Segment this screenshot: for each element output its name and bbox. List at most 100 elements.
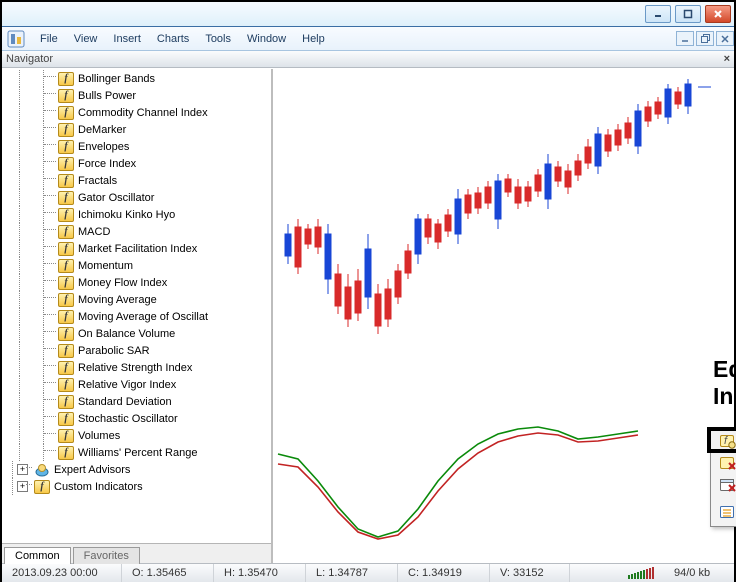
tree-item-label: Expert Advisors: [54, 464, 130, 476]
connection-bars-icon: [624, 567, 658, 579]
tree-item-label: Fractals: [78, 175, 117, 187]
tree-item-label: Custom Indicators: [54, 481, 143, 493]
indicator-icon: f: [58, 174, 74, 188]
indicator-icon: f: [58, 293, 74, 307]
menu-tools[interactable]: Tools: [197, 30, 239, 48]
indicator-icon: f: [58, 429, 74, 443]
mdi-minimize-button[interactable]: [676, 31, 694, 46]
navigator-tree[interactable]: fBollinger BandsfBulls PowerfCommodity C…: [2, 69, 271, 543]
menu-view[interactable]: View: [66, 30, 106, 48]
tree-item-label: On Balance Volume: [78, 328, 175, 340]
tree-item-label: Envelopes: [78, 141, 129, 153]
minimize-button[interactable]: [645, 5, 671, 23]
tree-item-label: Bulls Power: [78, 90, 136, 102]
indicator-icon: f: [58, 106, 74, 120]
status-close: C: 1.34919: [398, 564, 490, 582]
navigator-title: Navigator: [6, 53, 53, 65]
tree-item[interactable]: fParabolic SAR: [4, 342, 271, 359]
tree-group-expert-advisors[interactable]: +Expert Advisors: [4, 461, 271, 478]
tree-item[interactable]: fStochastic Oscillator: [4, 410, 271, 427]
tree-item[interactable]: f DeMarker: [4, 121, 271, 138]
tree-group-custom-indicators[interactable]: +fCustom Indicators: [4, 478, 271, 495]
indicator-icon: f: [58, 242, 74, 256]
tree-item-label: Moving Average: [78, 294, 157, 306]
tab-common[interactable]: Common: [4, 547, 71, 564]
navigator-tabs: Common Favorites: [2, 543, 271, 563]
menu-window[interactable]: Window: [239, 30, 294, 48]
tree-item[interactable]: fBollinger Bands: [4, 70, 271, 87]
tree-item-label: Gator Oscillator: [78, 192, 154, 204]
indicator-icon: f: [58, 259, 74, 273]
navigator-close-icon[interactable]: ×: [724, 53, 730, 65]
menu-bar: File View Insert Charts Tools Window Hel…: [2, 27, 734, 51]
annotation-label: Edit Indicator: [713, 356, 736, 410]
tree-item[interactable]: fBulls Power: [4, 87, 271, 104]
delete-window-icon: [717, 478, 736, 494]
tree-item-label: Williams' Percent Range: [78, 447, 197, 459]
tree-item[interactable]: f Gator Oscillator: [4, 189, 271, 206]
chart-area[interactable]: Edit Indicator f RVI(10) properties... D…: [273, 69, 734, 563]
tree-item[interactable]: f Momentum: [4, 257, 271, 274]
app-icon: [6, 29, 26, 49]
mdi-restore-button[interactable]: [696, 31, 714, 46]
tree-item-label: Volumes: [78, 430, 120, 442]
tree-item-label: DeMarker: [78, 124, 126, 136]
tree-item[interactable]: fIchimoku Kinko Hyo: [4, 206, 271, 223]
tree-item[interactable]: fWilliams' Percent Range: [4, 444, 271, 461]
status-high: H: 1.35470: [214, 564, 306, 582]
indicator-icon: f: [58, 140, 74, 154]
indicator-icon: f: [58, 157, 74, 171]
tree-item[interactable]: f Envelopes: [4, 138, 271, 155]
close-button[interactable]: [705, 5, 731, 23]
tree-item[interactable]: fMarket Facilitation Index: [4, 240, 271, 257]
ctx-delete-indicator[interactable]: Delete Indicator: [713, 453, 736, 475]
tree-item[interactable]: f Moving Average: [4, 291, 271, 308]
menu-file[interactable]: File: [32, 30, 66, 48]
status-open: O: 1.35465: [122, 564, 214, 582]
status-low: L: 1.34787: [306, 564, 398, 582]
delete-indicator-icon: [717, 456, 736, 472]
navigator-panel: fBollinger BandsfBulls PowerfCommodity C…: [2, 69, 273, 563]
indicator-icon: f: [58, 225, 74, 239]
tree-item-label: Momentum: [78, 260, 133, 272]
maximize-button[interactable]: [675, 5, 701, 23]
menu-help[interactable]: Help: [294, 30, 333, 48]
indicator-icon: f: [58, 276, 74, 290]
tree-item-label: Standard Deviation: [78, 396, 172, 408]
indicator-icon: f: [58, 310, 74, 324]
expert-advisors-icon: [34, 463, 50, 477]
tab-favorites[interactable]: Favorites: [73, 547, 140, 564]
tree-item[interactable]: f On Balance Volume: [4, 325, 271, 342]
annotation-highlight-box: [707, 427, 736, 453]
window-titlebar: [2, 2, 734, 27]
ctx-delete-window[interactable]: Delete Indicator Window: [713, 475, 736, 497]
tree-item[interactable]: f Relative Vigor Index: [4, 376, 271, 393]
tree-item-label: Bollinger Bands: [78, 73, 155, 85]
tree-item[interactable]: f Moving Average of Oscillat: [4, 308, 271, 325]
tree-item[interactable]: fForce Index: [4, 155, 271, 172]
tree-item[interactable]: fRelative Strength Index: [4, 359, 271, 376]
candlestick-chart: [273, 69, 733, 409]
ctx-indicators-list[interactable]: Indicators List Ctrl+I: [713, 502, 736, 524]
indicator-icon: f: [58, 327, 74, 341]
status-volume: V: 33152: [490, 564, 570, 582]
tree-item[interactable]: f Money Flow Index: [4, 274, 271, 291]
indicator-icon: f: [58, 412, 74, 426]
tree-item[interactable]: fMACD: [4, 223, 271, 240]
tree-item-label: Moving Average of Oscillat: [78, 311, 208, 323]
indicator-icon: f: [58, 191, 74, 205]
tree-item[interactable]: f Volumes: [4, 427, 271, 444]
menu-charts[interactable]: Charts: [149, 30, 197, 48]
tree-item-label: Relative Vigor Index: [78, 379, 176, 391]
indicator-icon: f: [58, 123, 74, 137]
mdi-close-button[interactable]: [716, 31, 734, 46]
menu-insert[interactable]: Insert: [105, 30, 149, 48]
status-datetime: 2013.09.23 00:00: [2, 564, 122, 582]
tree-item-label: Money Flow Index: [78, 277, 167, 289]
indicator-icon: f: [58, 378, 74, 392]
status-bar: 2013.09.23 00:00 O: 1.35465 H: 1.35470 L…: [2, 563, 734, 582]
tree-item[interactable]: fStandard Deviation: [4, 393, 271, 410]
tree-item[interactable]: f Commodity Channel Index: [4, 104, 271, 121]
tree-item-label: Commodity Channel Index: [78, 107, 208, 119]
tree-item[interactable]: f Fractals: [4, 172, 271, 189]
